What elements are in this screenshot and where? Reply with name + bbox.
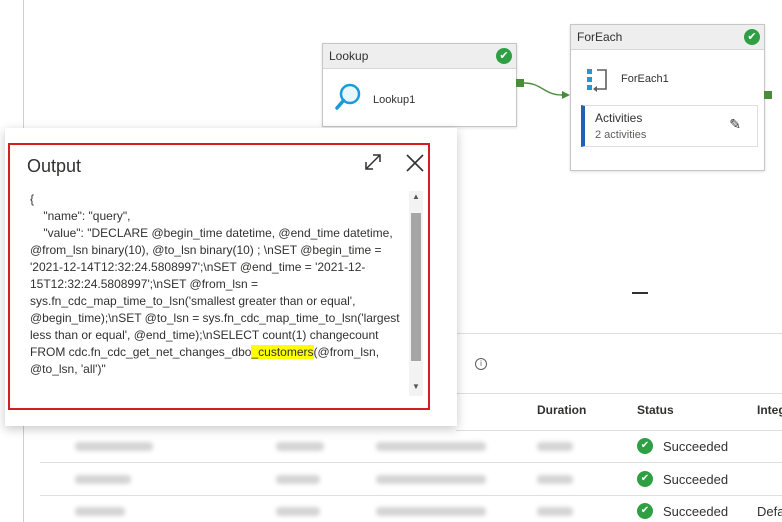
redacted-activity-type — [276, 475, 320, 484]
redacted-duration — [537, 442, 573, 451]
scrollbar-thumb[interactable] — [411, 213, 421, 361]
success-check-icon: ✔ — [744, 29, 760, 45]
activities-title: Activities — [595, 111, 643, 125]
grid-divider — [456, 393, 782, 394]
highlighted-table-name: _customers — [251, 345, 314, 359]
close-icon[interactable] — [404, 152, 426, 174]
lookup-activity-header: Lookup ✔ — [323, 44, 516, 69]
connector-arrow — [524, 82, 570, 99]
run-status: Succeeded — [663, 504, 729, 519]
scroll-down-icon[interactable]: ▼ — [409, 381, 423, 393]
redacted-run-start — [376, 475, 486, 484]
activities-count: 2 activities — [595, 129, 647, 141]
redacted-run-start — [376, 507, 486, 516]
run-status: Succeeded — [663, 472, 729, 487]
redacted-duration — [537, 507, 573, 516]
foreach-activity-name: ForEach1 — [621, 73, 669, 85]
output-json-content[interactable]: { "name": "query", "value": "DECLARE @be… — [30, 191, 410, 407]
grid-divider — [456, 430, 782, 431]
json-open-brace: { — [30, 192, 35, 206]
redacted-activity-type — [276, 442, 324, 451]
integration-runtime: Defa — [757, 504, 782, 519]
column-header-status[interactable]: Status — [637, 403, 674, 417]
foreach-output-handle[interactable] — [764, 91, 772, 99]
lookup-activity-node[interactable]: Lookup ✔ Lookup1 — [322, 43, 517, 127]
success-check-icon: ✔ — [637, 438, 653, 454]
output-dialog: Output { "name": "query", "value": "DECL… — [5, 128, 457, 426]
redacted-activity-name — [75, 442, 153, 451]
redacted-activity-type — [276, 507, 320, 516]
lookup-magnifier-icon — [335, 83, 361, 110]
foreach-activity-type: ForEach — [577, 30, 623, 44]
scroll-up-icon[interactable]: ▲ — [409, 191, 423, 203]
panel-splitter-handle[interactable] — [632, 292, 648, 294]
inner-activities-box[interactable]: Activities 2 activities ✎ — [581, 105, 758, 147]
column-header-integration-runtime[interactable]: Integ — [757, 403, 782, 417]
foreach-loop-icon — [587, 69, 607, 92]
grid-divider — [456, 333, 782, 334]
info-icon[interactable]: i — [475, 358, 487, 370]
grid-divider — [40, 495, 782, 496]
json-name-line: "name": "query", — [30, 209, 131, 223]
run-status: Succeeded — [663, 439, 729, 454]
lookup-activity-type: Lookup — [329, 49, 369, 63]
output-scrollbar[interactable]: ▲ ▼ — [409, 191, 423, 396]
foreach-activity-header: ForEach ✔ — [571, 25, 764, 50]
lookup-activity-name: Lookup1 — [373, 94, 416, 106]
foreach-activity-node[interactable]: ForEach ✔ ForEach1 Activities 2 activiti… — [570, 24, 765, 171]
json-value-line: "value": "DECLARE @begin_time datetime, … — [30, 226, 403, 359]
redacted-activity-name — [75, 475, 131, 484]
success-check-icon: ✔ — [637, 471, 653, 487]
dialog-title: Output — [27, 156, 82, 176]
column-header-duration[interactable]: Duration — [537, 403, 586, 417]
lookup-success-output-handle[interactable] — [516, 79, 524, 87]
redacted-activity-name — [75, 507, 125, 516]
redacted-duration — [537, 475, 573, 484]
redacted-run-start — [376, 442, 486, 451]
expand-icon[interactable] — [363, 152, 383, 172]
grid-divider — [40, 462, 782, 463]
success-check-icon: ✔ — [637, 503, 653, 519]
edit-pencil-icon[interactable]: ✎ — [729, 116, 741, 133]
success-check-icon: ✔ — [496, 48, 512, 64]
